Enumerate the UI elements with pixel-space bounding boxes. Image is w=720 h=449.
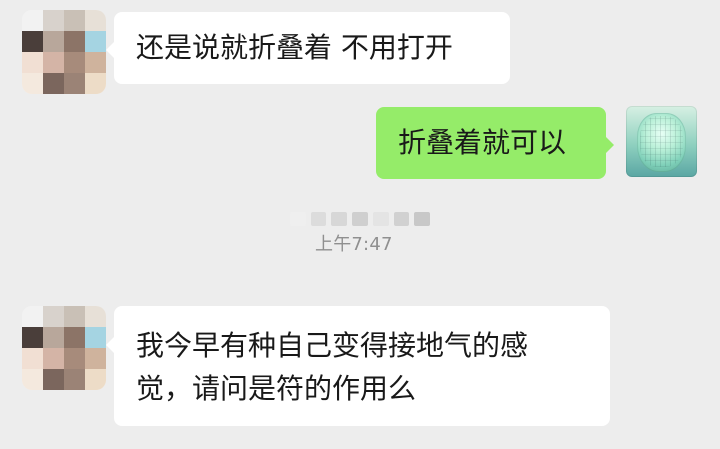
incoming-message-bubble-2[interactable]: 我今早有种自己变得接地气的感 觉，请问是符的作用么: [106, 306, 610, 426]
outgoing-message-text: 折叠着就可以: [398, 126, 567, 160]
sender-avatar-bottom[interactable]: [22, 306, 106, 390]
incoming-message-text-2: 我今早有种自己变得接地气的感 觉，请问是符的作用么: [136, 329, 529, 406]
receiver-avatar[interactable]: [626, 106, 697, 177]
incoming-message-bubble-1[interactable]: 还是说就折叠着 不用打开: [106, 12, 510, 84]
chat-screen: 还是说就折叠着 不用打开 折叠着就可以 上午7:47 我今早有种自己变得接地气的…: [0, 0, 720, 449]
sender-avatar-top[interactable]: [22, 10, 106, 94]
outgoing-message-bubble[interactable]: 折叠着就可以: [376, 107, 614, 179]
incoming-message-text-1: 还是说就折叠着 不用打开: [136, 31, 453, 65]
message-timestamp: 上午7:47: [315, 234, 393, 255]
recalled-message-placeholder: [290, 209, 431, 228]
face-pattern-icon: [640, 116, 683, 167]
